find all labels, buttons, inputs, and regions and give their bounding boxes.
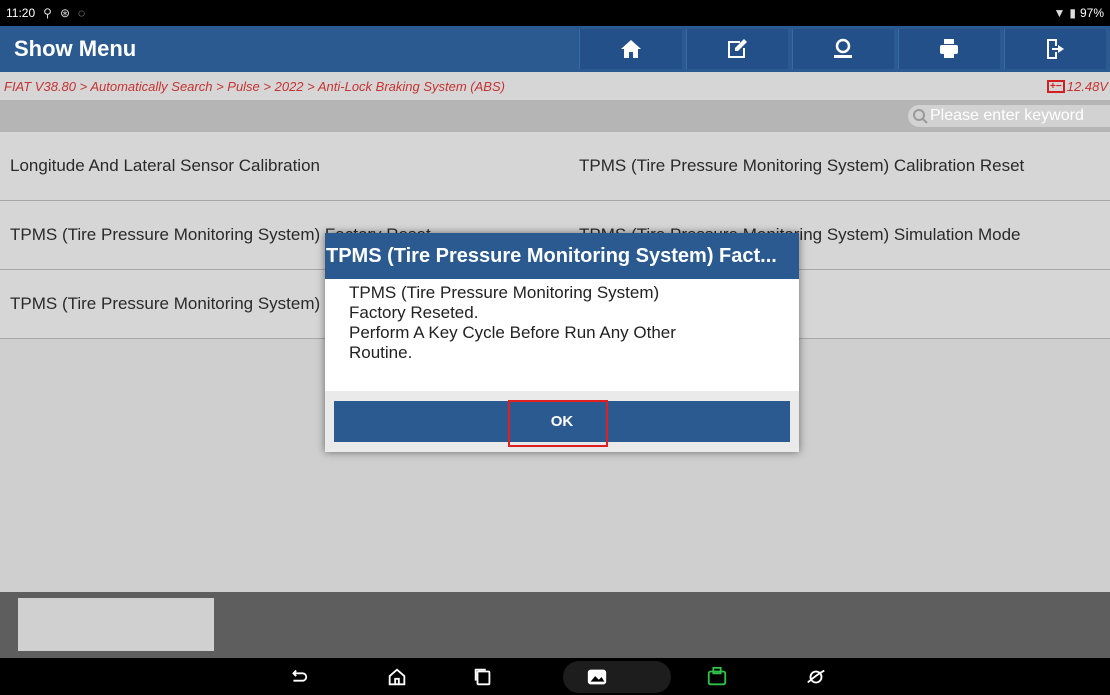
vci-button[interactable] [704,664,730,690]
gallery-icon [587,669,607,685]
back-icon [292,669,308,682]
navigation-bar [0,658,1110,695]
recents-icon [474,668,491,686]
browser-button[interactable] [803,664,829,690]
factory-reset-dialog: TPMS (Tire Pressure Monitoring System) F… [325,233,799,452]
dialog-footer: OK [325,391,799,452]
chat-status-icon: ◌ [78,6,86,20]
home-nav-button[interactable] [384,664,410,690]
screenshot-button[interactable] [584,664,610,690]
dialog-line-2: Factory Reseted. [349,303,479,322]
clock: 11:20 [6,6,36,20]
dialog-title: TPMS (Tire Pressure Monitoring System) F… [325,233,799,279]
battery-icon: ▮ [1069,6,1076,20]
ok-highlight-box [508,400,608,447]
battery-level: 97% [1079,6,1104,20]
planet-icon [807,669,825,684]
vci-icon [707,666,727,686]
home-nav-icon [388,668,406,686]
app-window: 11:20 ⚲ ⊛ ◌ ▼ ▮ 97% Show Menu FIAT V38.8… [0,0,1110,695]
dialog-line-3: Perform A Key Cycle Before Run Any Other [349,323,676,342]
bluetooth-status-icon: ⊛ [59,6,70,20]
dialog-line-4: Routine. [349,343,413,362]
vci-status-icon: ⚲ [43,6,52,20]
nav-pill [563,661,671,693]
dialog-message: TPMS (Tire Pressure Monitoring System) F… [325,279,799,391]
recents-button[interactable] [470,664,496,690]
wifi-icon: ▼ [1053,6,1066,20]
back-button[interactable] [285,664,311,690]
dialog-line-1: TPMS (Tire Pressure Monitoring System) [349,283,660,302]
status-bar: 11:20 ⚲ ⊛ ◌ ▼ ▮ 97% [0,0,1110,26]
